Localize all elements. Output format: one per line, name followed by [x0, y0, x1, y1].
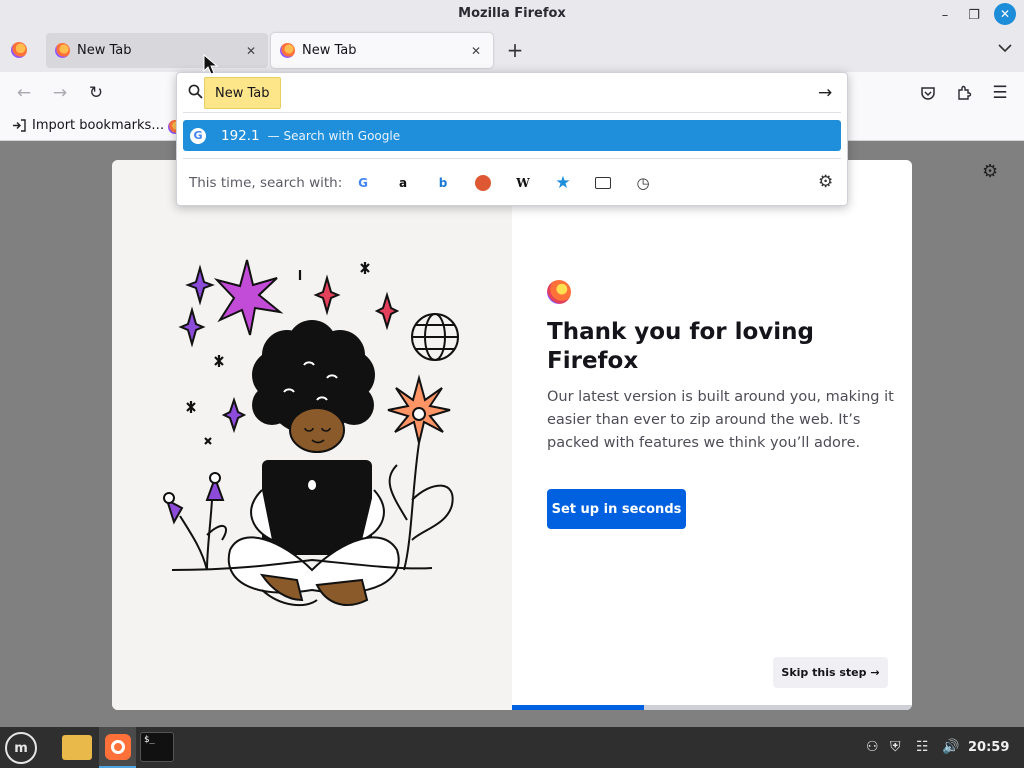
divider: [183, 158, 841, 159]
suggestion-action: — Search with Google: [267, 128, 401, 143]
tab-strip: New Tab ✕ New Tab ✕ +: [0, 29, 1024, 72]
title-bar: Mozilla Firefox – ❐ ✕: [0, 0, 1024, 29]
onboarding-progress-bar: [512, 705, 912, 710]
suggestion-text: 192.1: [221, 127, 260, 144]
bookmarks-icon[interactable]: ★: [553, 173, 573, 193]
setup-button[interactable]: Set up in seconds: [547, 489, 686, 529]
extensions-icon[interactable]: [953, 82, 975, 104]
go-arrow-icon[interactable]: →: [818, 83, 832, 103]
close-tab-icon[interactable]: ✕: [240, 44, 262, 58]
divider: [183, 112, 841, 113]
clipboard-icon[interactable]: ⚇: [866, 739, 879, 755]
volume-icon[interactable]: 🔊: [942, 739, 959, 755]
search-icon: [188, 84, 203, 103]
history-icon[interactable]: ◷: [633, 173, 653, 193]
illustration-panel: [112, 160, 512, 710]
clock[interactable]: 20:59: [968, 740, 1009, 755]
welcome-headline: Thank you for loving Firefox: [547, 319, 814, 374]
files-icon[interactable]: [62, 735, 92, 760]
window-title: Mozilla Firefox: [458, 6, 566, 21]
tab-new-tab-1[interactable]: New Tab ✕: [46, 33, 268, 68]
shield-icon[interactable]: ⛨: [890, 739, 901, 755]
firefox-taskbar-button[interactable]: [99, 727, 136, 768]
illustration-person-with-laptop: [163, 259, 459, 607]
google-icon: G: [190, 127, 206, 144]
menu-icon[interactable]: ☰: [989, 82, 1011, 104]
welcome-description: Our latest version is built around you, …: [547, 389, 894, 451]
search-suggestion-row[interactable]: G 192.1 — Search with Google: [183, 120, 841, 151]
tab-new-tab-2[interactable]: New Tab ✕: [271, 33, 493, 68]
forward-arrow-icon[interactable]: →: [49, 82, 71, 104]
tab-label: New Tab: [302, 43, 357, 58]
welcome-panel: Thank you for loving Firefox Our latest …: [512, 160, 912, 710]
url-input[interactable]: [205, 77, 725, 109]
terminal-icon[interactable]: $_: [140, 732, 174, 762]
firefox-icon: [104, 733, 131, 760]
firefox-favicon-icon: [55, 43, 70, 58]
import-bookmarks-button[interactable]: Import bookmarks…: [12, 118, 164, 133]
settings-gear-icon[interactable]: ⚙: [982, 161, 998, 182]
progress-fill: [512, 705, 644, 710]
bing-icon[interactable]: b: [433, 173, 453, 193]
reload-icon[interactable]: ↻: [85, 82, 107, 104]
search-settings-gear-icon[interactable]: ⚙: [818, 172, 833, 192]
skip-step-button[interactable]: Skip this step →: [773, 657, 888, 688]
pocket-icon[interactable]: [917, 82, 939, 104]
amazon-icon[interactable]: a: [393, 173, 413, 193]
mouse-pointer-icon: [203, 54, 219, 75]
onboarding-card: Thank you for loving Firefox Our latest …: [112, 160, 912, 710]
google-icon[interactable]: G: [353, 173, 373, 193]
taskbar: m $_ ⚇ ⛨ ☷ 🔊 20:59: [0, 727, 1024, 768]
import-bookmarks-label: Import bookmarks…: [32, 118, 165, 133]
minimize-button[interactable]: –: [934, 4, 956, 26]
duckduckgo-icon[interactable]: [473, 173, 493, 193]
back-arrow-icon[interactable]: ←: [13, 82, 35, 104]
new-tab-button[interactable]: +: [503, 39, 527, 63]
mint-menu-icon[interactable]: m: [5, 732, 37, 764]
one-off-search-label: This time, search with:: [189, 175, 343, 191]
tabs-icon[interactable]: [593, 173, 613, 193]
close-window-button[interactable]: ✕: [994, 3, 1016, 25]
firefox-logo-icon: [547, 280, 571, 304]
list-all-tabs-icon[interactable]: [998, 41, 1012, 57]
firefox-view-icon[interactable]: [11, 42, 27, 58]
close-tab-icon[interactable]: ✕: [465, 44, 487, 58]
maximize-button[interactable]: ❐: [963, 4, 985, 26]
wikipedia-icon[interactable]: W: [513, 173, 533, 193]
tab-tooltip: New Tab: [204, 77, 281, 109]
network-icon[interactable]: ☷: [916, 739, 929, 755]
firefox-favicon-icon: [280, 43, 295, 58]
import-icon: [13, 119, 26, 132]
